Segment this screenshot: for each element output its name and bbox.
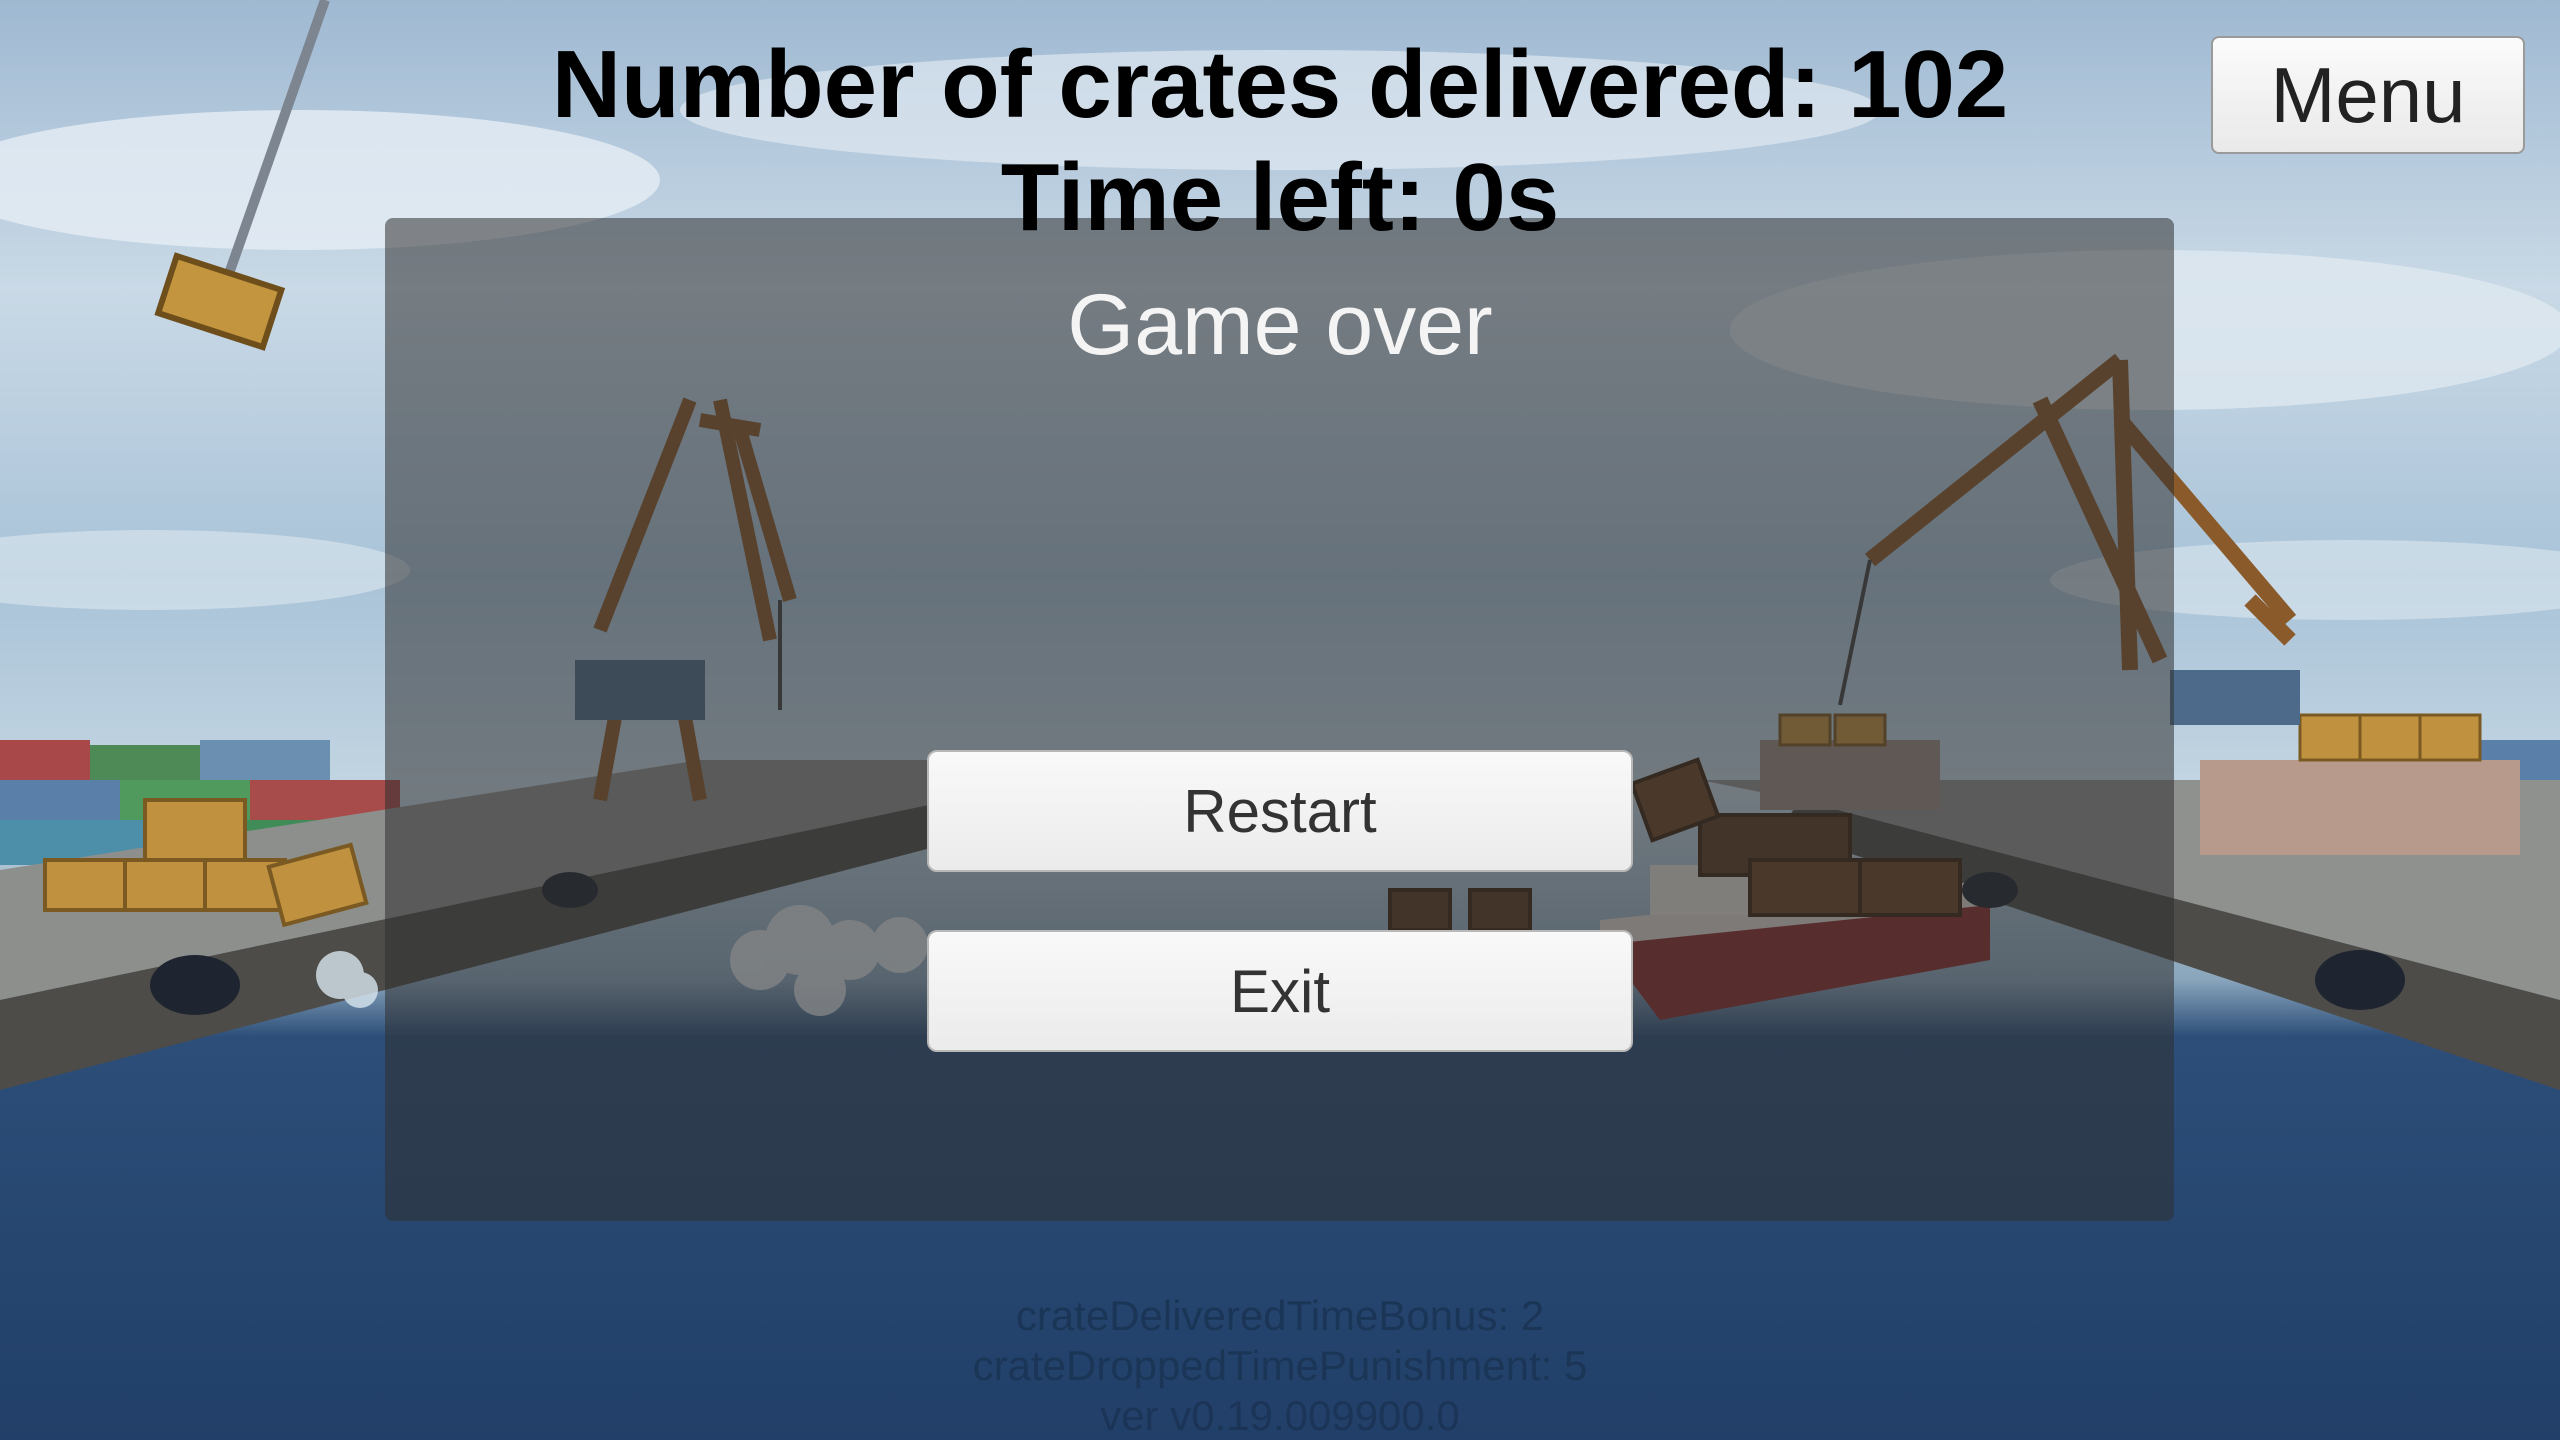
fender [2315,950,2405,1010]
menu-button[interactable]: Menu [2211,36,2525,154]
cloud [0,530,410,610]
debug-version: ver v0.19.009900.0 [1100,1392,1460,1439]
debug-time-punishment: crateDroppedTimePunishment: 5 [972,1342,1588,1389]
crane-right-cabin [2170,670,2300,725]
restart-button[interactable]: Restart [927,750,1633,872]
crates-delivered-counter: Number of crates delivered: 102 [551,31,2009,138]
crate-pile-right [2200,713,2520,855]
game-over-title: Game over [1067,277,1493,373]
time-left-counter: Time left: 0s [1000,144,1560,251]
debug-time-bonus: crateDeliveredTimeBonus: 2 [1015,1292,1545,1339]
fender [150,955,240,1015]
exit-button[interactable]: Exit [927,930,1633,1052]
